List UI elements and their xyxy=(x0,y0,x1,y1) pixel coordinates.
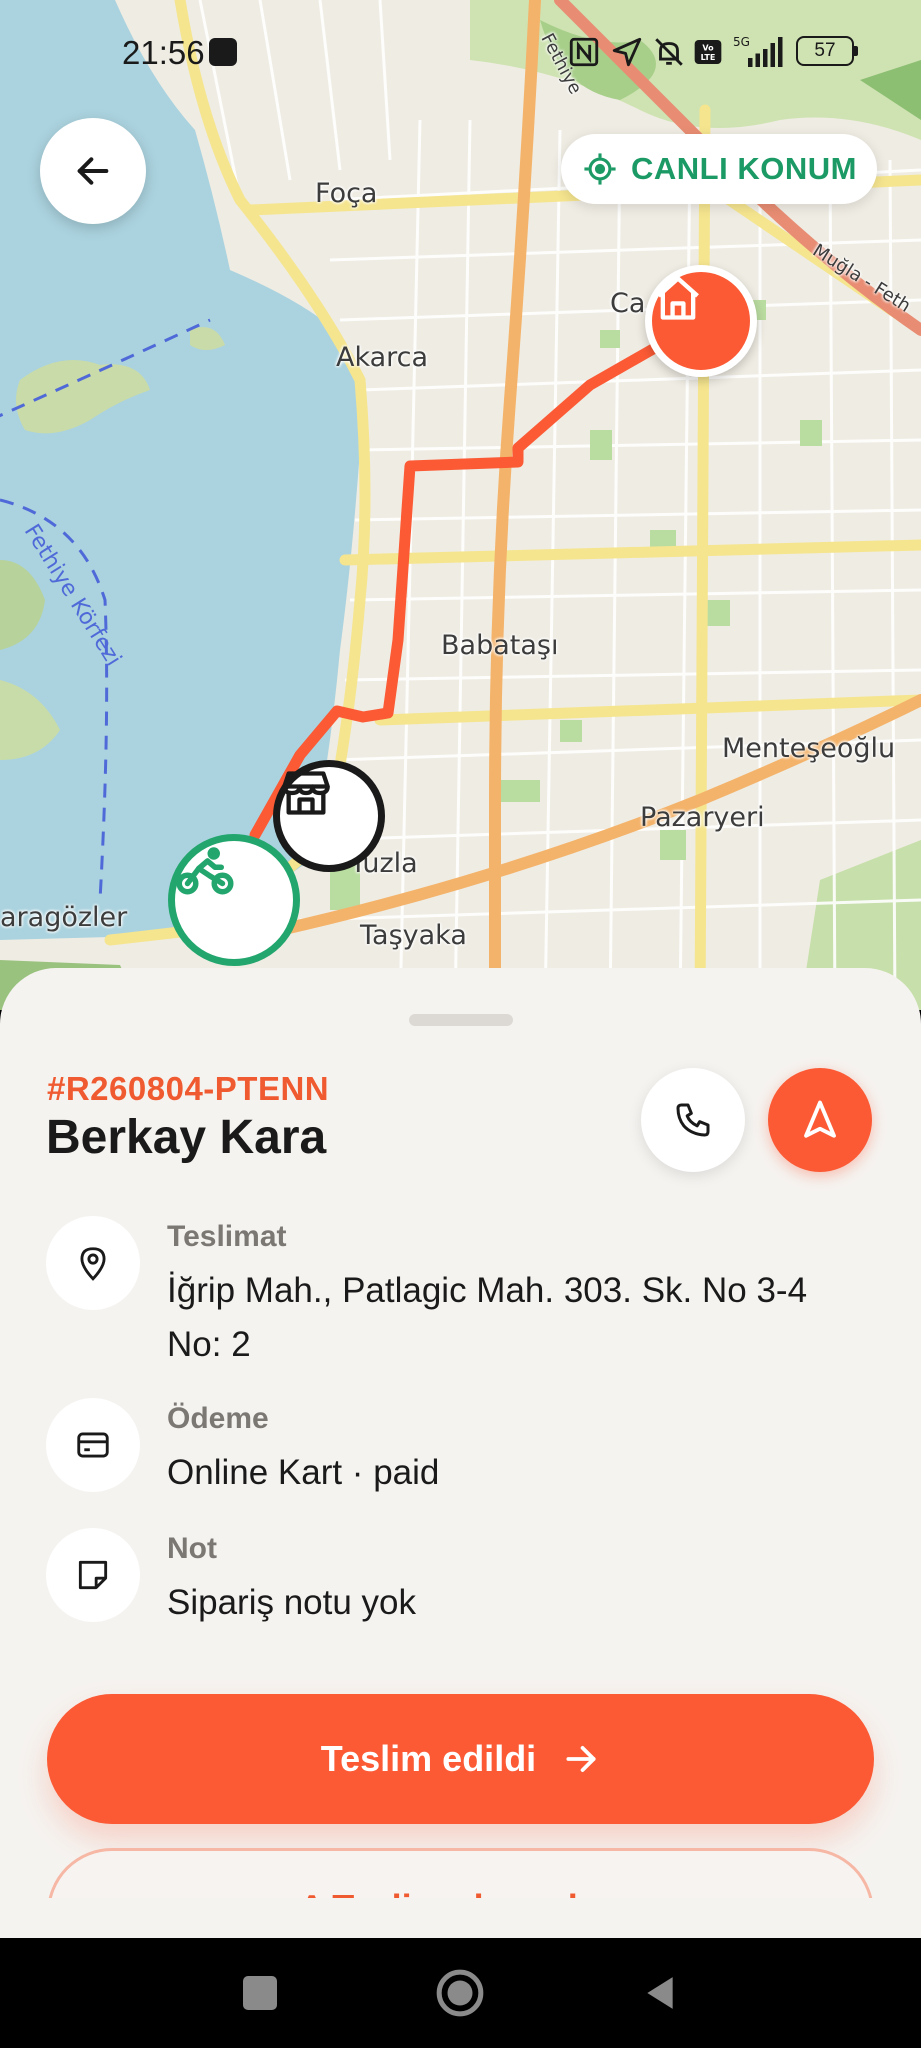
crosshair-icon xyxy=(584,153,616,185)
square-icon xyxy=(243,1976,277,2010)
triangle-back-icon xyxy=(647,1977,673,2009)
payment-label: Ödeme xyxy=(167,1402,269,1435)
back-button[interactable] xyxy=(40,118,146,224)
volte-icon: Vo LTE xyxy=(694,40,722,64)
customer-name: Berkay Kara xyxy=(46,1111,327,1164)
battery-icon: 57 xyxy=(796,36,854,66)
nfc-icon xyxy=(569,37,599,67)
sheet-drag-handle[interactable] xyxy=(409,1014,513,1026)
store-icon xyxy=(282,771,330,815)
system-navigation-bar xyxy=(0,1938,921,2048)
payment-value: Online Kart · paid xyxy=(167,1453,440,1492)
delivery-label: Teslimat xyxy=(167,1220,287,1253)
store-pin[interactable] xyxy=(273,760,385,872)
map-label: Menteşeoğlu xyxy=(722,733,896,764)
navigation-arrow-icon xyxy=(804,1100,836,1138)
call-customer-button[interactable] xyxy=(641,1068,745,1172)
delivery-address-row: Teslimat İğrip Mah., Patlagic Mah. 303. … xyxy=(46,1216,876,1364)
map-label: Taşyaka xyxy=(360,920,467,951)
arrow-left-icon xyxy=(77,157,109,185)
map-label: Ca xyxy=(610,288,646,319)
notification-icon xyxy=(209,38,237,66)
battery-tip xyxy=(854,46,858,56)
location-arrow-icon xyxy=(612,37,642,67)
phone-icon xyxy=(676,1103,710,1137)
map-label: Pazaryeri xyxy=(640,802,765,833)
credit-card-icon xyxy=(46,1398,140,1492)
home-icon xyxy=(657,276,699,320)
home-button[interactable] xyxy=(420,1938,500,2048)
mark-delivered-label: Teslim edildi xyxy=(320,1738,537,1779)
bicycle-icon xyxy=(176,847,234,895)
live-location-button[interactable]: CANLI KONUM xyxy=(561,134,877,204)
payment-row: Ödeme Online Kart · paid xyxy=(46,1398,876,1498)
order-code: #R260804-PTENN xyxy=(47,1070,330,1107)
map-label: Babataşı xyxy=(441,630,559,661)
note-label: Not xyxy=(167,1532,217,1565)
location-pin-icon xyxy=(46,1216,140,1310)
navigate-button[interactable] xyxy=(768,1068,872,1172)
note-row: Not Sipariş notu yok xyxy=(46,1528,876,1628)
map-label: Foça xyxy=(315,178,378,209)
courier-pin[interactable] xyxy=(168,834,300,966)
map-label: aragözler xyxy=(0,902,128,933)
map-label: Akarca xyxy=(336,342,429,373)
arrow-right-icon xyxy=(566,1746,596,1772)
mark-delivered-button[interactable]: Teslim edildi xyxy=(47,1694,874,1824)
back-nav-button[interactable] xyxy=(620,1938,700,2048)
sheet-bottom-mask xyxy=(0,1898,921,1938)
note-value: Sipariş notu yok xyxy=(167,1583,417,1622)
live-location-label: CANLI KONUM xyxy=(631,151,857,186)
status-time: 21:56 xyxy=(122,34,205,71)
recents-button[interactable] xyxy=(220,1938,300,2048)
svg-text:Vo: Vo xyxy=(702,44,714,53)
home-destination-pin[interactable] xyxy=(645,265,757,377)
order-detail-sheet: #R260804-PTENN Berkay Kara Teslimat İğri… xyxy=(0,968,921,1938)
muted-bell-icon xyxy=(655,38,683,66)
signal-5g-icon: 5G xyxy=(733,35,783,67)
circle-icon xyxy=(436,1969,484,2017)
svg-text:5G: 5G xyxy=(733,35,750,49)
battery-level: 57 xyxy=(814,40,836,61)
svg-text:LTE: LTE xyxy=(701,53,716,62)
sticky-note-icon xyxy=(46,1528,140,1622)
delivery-address: İğrip Mah., Patlagic Mah. 303. Sk. No 3-… xyxy=(167,1271,808,1364)
status-bar: 21:56 Vo LTE 5G 57 xyxy=(0,20,921,84)
